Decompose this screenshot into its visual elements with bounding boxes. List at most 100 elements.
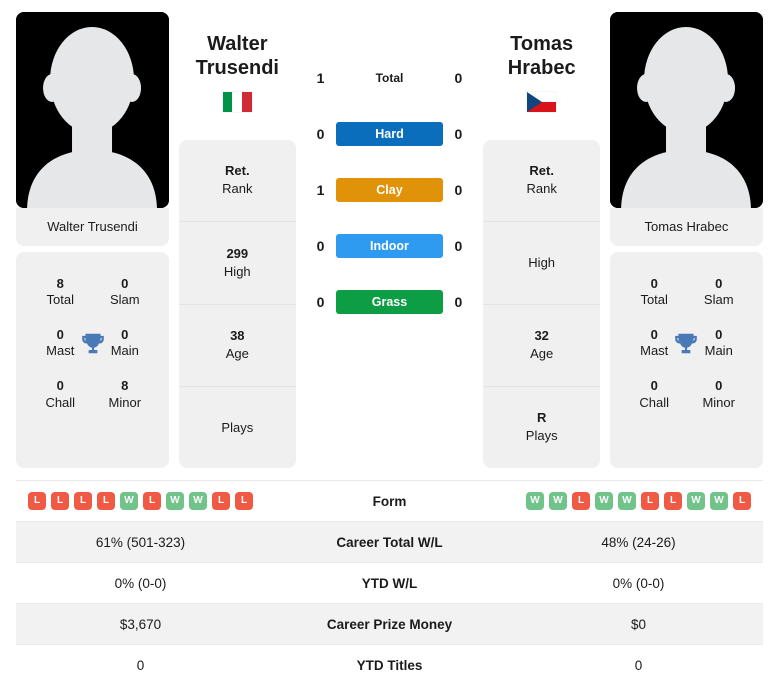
left-rank-label: Rank [222,181,253,197]
right-titles-chall: 0 Chall [622,378,687,411]
form-badge-w: W [166,492,184,510]
form-badge-w: W [549,492,567,510]
left-titles-minor-label: Minor [108,394,142,410]
right-player-header: Tomas Hrabec [483,12,600,140]
left-ytd-titles-value: 0 [136,657,145,673]
h2h-hard-row: 0 Hard 0 [306,122,474,146]
surface-badge-hard[interactable]: Hard [335,122,444,146]
form-badge-w: W [710,492,728,510]
surface-badge-indoor[interactable]: Indoor [335,234,444,258]
left-high-value: 299 [226,245,249,261]
right-form-cell: WWLWWLLWWL [514,492,763,510]
h2h-total-right-count: 0 [454,70,463,86]
right-titles-minor: 0 Minor [686,378,751,411]
table-row-form: LLLLWLWWLL Form WWLWWLLWWL [16,480,763,521]
form-badge-l: L [74,492,92,510]
row-label-ytd-wl: YTD W/L [361,575,418,591]
right-career-wl-value: 48% (24-26) [601,534,676,550]
left-titles-total: 8 Total [28,276,93,309]
left-age-cell: 38 Age [179,305,296,387]
person-silhouette-icon [16,12,170,209]
right-player-photo-card[interactable] [609,12,763,209]
left-player-last-name: Trusendi [195,57,279,80]
form-badge-l: L [143,492,161,510]
table-row-prize-money: $3,670 Career Prize Money $0 [16,603,763,644]
form-badge-w: W [189,492,207,510]
left-player-titles-card: 8 Total 0 Slam 0 Mast 0 Main 0 Chall 8 M… [16,252,170,468]
form-badge-l: L [664,492,682,510]
form-badge-l: L [733,492,751,510]
left-ytd-wl-value: 0% (0-0) [114,575,167,591]
right-player-name[interactable]: Tomas Hrabec [508,32,576,81]
right-player-column: Tomas Hrabec 0 Total 0 Slam 0 Mast 0 Mai… [609,12,763,468]
left-player-photo-card[interactable] [16,12,170,209]
h2h-indoor-right-count: 0 [454,238,463,254]
left-player-rank-column: Walter Trusendi Ret. Rank 299 High 38 Ag… [179,12,296,468]
czech-republic-flag-icon [527,91,557,112]
form-badge-l: L [51,492,69,510]
left-high-label: High [223,263,251,279]
form-badge-l: L [28,492,46,510]
form-badge-w: W [595,492,613,510]
top-section: Walter Trusendi 8 Total 0 Slam 0 Mast 0 … [0,0,779,468]
h2h-grass-right-count: 0 [454,294,463,310]
right-titles-chall-label: Chall [639,394,669,410]
right-titles-slam: 0 Slam [686,276,751,309]
left-high-cell: 299 High [179,222,296,305]
left-plays-label: Plays [221,419,254,435]
person-silhouette-icon [609,12,763,209]
right-player-rank-card: Ret. Rank High 32 Age R Plays [483,140,600,468]
surface-badge-grass[interactable]: Grass [335,290,444,314]
right-titles-chall-value: 0 [650,378,658,394]
form-badge-w: W [120,492,138,510]
right-titles-slam-label: Slam [703,292,734,308]
left-titles-slam-label: Slam [109,292,140,308]
left-player-first-name: Walter [207,33,268,55]
form-badge-w: W [526,492,544,510]
right-titles-grid: 0 Total 0 Slam 0 Mast 0 Main 0 Chall 0 M… [622,276,751,411]
left-age-value: 38 [230,327,245,343]
right-player-last-name: Hrabec [507,57,576,80]
left-titles-chall: 0 Chall [28,378,93,411]
right-high-cell: High [483,222,600,305]
surface-badge-clay[interactable]: Clay [335,178,444,202]
left-prize-money-value: $3,670 [119,616,162,632]
trophy-icon [675,333,698,354]
right-rank-cell: Ret. Rank [483,140,600,223]
h2h-indoor-row: 0 Indoor 0 [306,234,474,258]
h2h-hard-right-count: 0 [454,126,463,142]
left-titles-minor-value: 8 [121,378,129,394]
left-player-name[interactable]: Walter Trusendi [196,32,279,81]
stats-comparison-table: LLLLWLWWLL Form WWLWWLLWWL 61% (501-323)… [16,480,763,685]
left-form-cell: LLLLWLWWLL [16,492,265,510]
left-titles-chall-value: 0 [56,378,64,394]
form-badge-l: L [97,492,115,510]
form-badge-l: L [235,492,253,510]
right-age-cell: 32 Age [483,305,600,387]
right-player-photo-name: Tomas Hrabec [609,208,763,247]
form-badge-l: L [212,492,230,510]
row-label-form: Form [372,493,407,509]
left-career-wl-value: 61% (501-323) [95,534,186,550]
left-player-header: Walter Trusendi [179,12,296,140]
right-titles-slam-value: 0 [715,276,723,292]
right-player-titles-card: 0 Total 0 Slam 0 Mast 0 Main 0 Chall 0 M… [609,252,763,468]
h2h-grass-center: Grass [335,290,444,314]
italy-flag-icon [222,91,252,112]
right-ytd-titles-value: 0 [634,657,643,673]
right-player-photo [609,12,763,209]
left-player-column: Walter Trusendi 8 Total 0 Slam 0 Mast 0 … [16,12,170,468]
right-titles-total-value: 0 [650,276,658,292]
right-plays-cell: R Plays [483,387,600,468]
left-titles-chall-label: Chall [45,394,76,410]
h2h-hard-left-count: 0 [316,126,325,142]
right-plays-value: R [536,410,547,426]
h2h-total-center: Total [336,69,444,87]
left-form-badges: LLLLWLWWLL [16,492,265,510]
right-form-badges: WWLWWLLWWL [514,492,763,510]
h2h-clay-right-count: 0 [454,182,463,198]
left-player-rank-card: Ret. Rank 299 High 38 Age Plays [179,140,296,468]
right-titles-minor-value: 0 [715,378,723,394]
right-player-first-name: Tomas [510,33,574,55]
right-rank-value: Ret. [529,163,554,179]
